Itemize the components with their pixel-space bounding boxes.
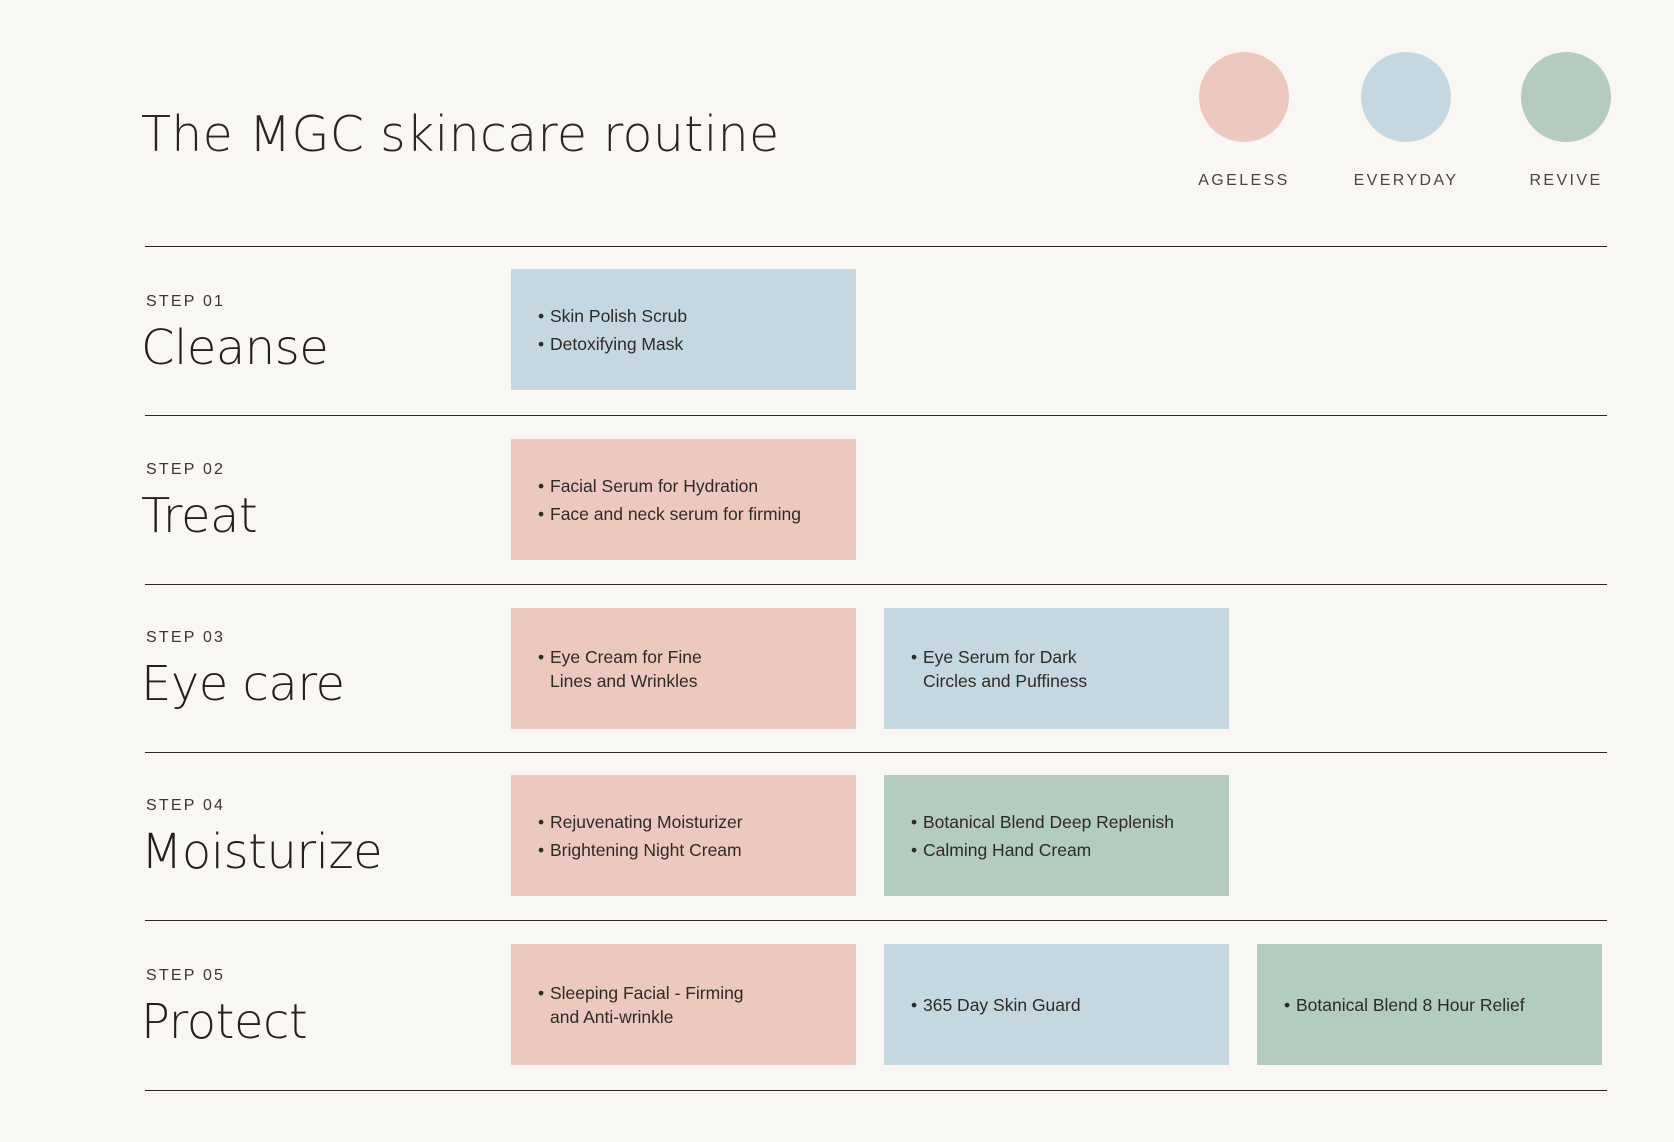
revive-swatch [1521, 52, 1611, 142]
step-number: STEP 03 [146, 629, 226, 646]
product-name: Botanical Blend 8 Hour Relief [1296, 994, 1525, 1015]
product-card-everyday: • Skin Polish Scrub • Detoxifying Mask [511, 269, 856, 390]
product-name: Botanical Blend Deep Replenish [923, 811, 1174, 832]
divider [145, 1090, 1607, 1091]
product-name: Eye Serum for Dark Circles and Puffiness [923, 646, 1088, 691]
list-item: • Facial Serum for Hydration [538, 475, 759, 496]
page-title: The MGC skincare routine [141, 106, 780, 163]
list-item: • Eye Cream for Fine Lines and Wrinkles [538, 646, 702, 691]
step-number: STEP 02 [146, 461, 226, 478]
ageless-swatch [1199, 52, 1289, 142]
product-card-ageless: • Rejuvenating Moisturizer • Brightening N… [511, 775, 856, 896]
everyday-swatch [1361, 52, 1451, 142]
list-item: • Sleeping Facial - Firming and Anti-wrin… [538, 982, 744, 1027]
step-number: STEP 04 [146, 797, 226, 814]
product-name: Brightening Night Cream [550, 839, 742, 860]
legend-item-everyday: EVERYDAY [1354, 52, 1456, 190]
list-item: • Calming Hand Cream [911, 839, 1092, 860]
list-item: • Skin Polish Scrub [538, 305, 688, 326]
divider [145, 246, 1607, 247]
step-title-cleanse: Cleanse [141, 320, 329, 376]
step-number: STEP 05 [146, 967, 226, 984]
product-name: Eye Cream for Fine Lines and Wrinkles [550, 646, 702, 691]
list-item: • 365 Day Skin Guard [911, 994, 1081, 1015]
list-item: • Botanical Blend 8 Hour Relief [1284, 994, 1525, 1015]
step-title-eye-care: Eye care [141, 656, 345, 712]
legend-label: EVERYDAY [1353, 172, 1459, 189]
divider [145, 752, 1607, 753]
step-title-treat: Treat [141, 488, 258, 544]
list-item: • Rejuvenating Moisturizer [538, 811, 743, 832]
product-name: Facial Serum for Hydration [550, 475, 759, 496]
legend-item-revive: REVIVE [1521, 52, 1611, 190]
product-card-everyday: • Eye Serum for Dark Circles and Puffines… [884, 608, 1229, 729]
product-card-ageless: • Facial Serum for Hydration • Face and ne… [511, 439, 856, 560]
product-card-revive: • Botanical Blend 8 Hour Relief [1257, 944, 1602, 1065]
list-item: • Face and neck serum for firming [538, 503, 801, 524]
product-name: Skin Polish Scrub [550, 305, 688, 326]
product-name: Detoxifying Mask [550, 333, 684, 354]
step-number: STEP 01 [146, 293, 226, 310]
step-title-protect: Protect [141, 994, 308, 1050]
list-item: • Detoxifying Mask [538, 333, 684, 354]
product-name: Rejuvenating Moisturizer [550, 811, 743, 832]
legend-label: AGELESS [1198, 172, 1290, 189]
product-card-everyday: • 365 Day Skin Guard [884, 944, 1229, 1065]
product-card-revive: • Botanical Blend Deep Replenish • Calming… [884, 775, 1229, 896]
divider [145, 415, 1607, 416]
product-card-ageless: • Sleeping Facial - Firming and Anti-wrin… [511, 944, 856, 1065]
product-name: Sleeping Facial - Firming and Anti-wrink… [550, 982, 744, 1027]
list-item: • Botanical Blend Deep Replenish [911, 811, 1174, 832]
product-name: Face and neck serum for firming [550, 503, 801, 524]
list-item: • Brightening Night Cream [538, 839, 742, 860]
step-title-moisturize: Moisturize [141, 824, 383, 880]
divider [145, 920, 1607, 921]
product-card-ageless: • Eye Cream for Fine Lines and Wrinkles [511, 608, 856, 729]
divider [145, 584, 1607, 585]
list-item: • Eye Serum for Dark Circles and Puffines… [911, 646, 1088, 691]
product-name: Calming Hand Cream [923, 839, 1092, 860]
legend-label: REVIVE [1529, 172, 1603, 189]
legend-item-ageless: AGELESS [1198, 52, 1289, 190]
product-name: 365 Day Skin Guard [923, 994, 1081, 1015]
